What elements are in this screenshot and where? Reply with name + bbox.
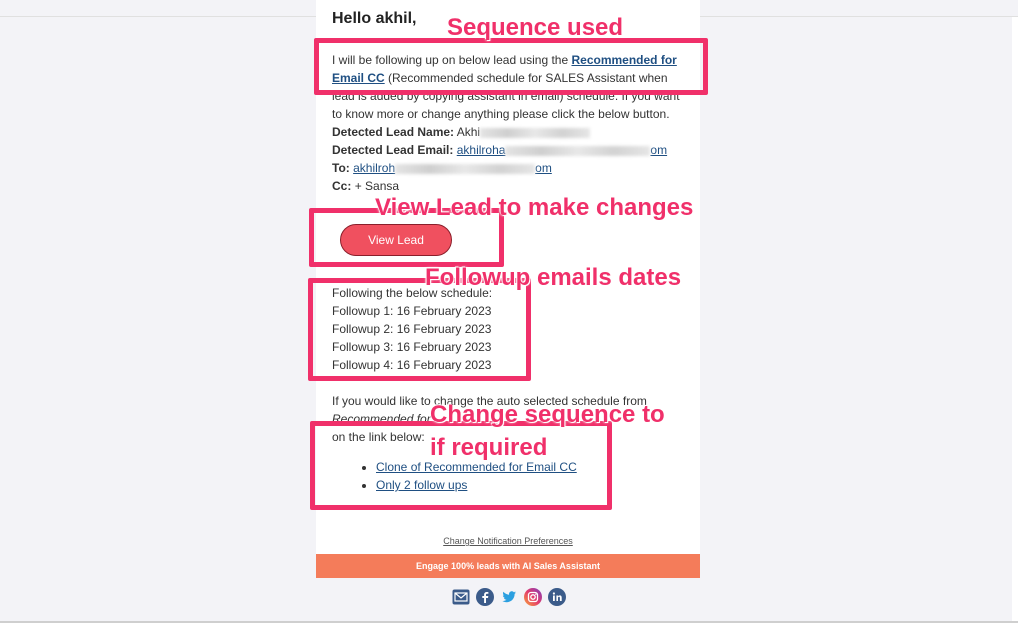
footer-banner[interactable]: Engage 100% leads with AI Sales Assistan…	[316, 554, 700, 578]
lead-name-label: Detected Lead Name:	[332, 125, 455, 139]
to-line: To: akhilroh om	[332, 159, 552, 177]
annotation-label-followups: Followup emails dates	[425, 264, 682, 291]
annotation-label-sequence: Sequence used	[447, 14, 624, 41]
lead-email-line: Detected Lead Email: akhilroha om	[332, 141, 667, 159]
twitter-icon[interactable]	[499, 587, 518, 606]
notification-preferences-link[interactable]: Change Notification Preferences	[316, 536, 700, 546]
lead-name-line: Detected Lead Name: Akhi	[332, 123, 591, 141]
annotation-box-sequence	[314, 38, 708, 95]
lead-name-value: Akhi	[456, 125, 481, 139]
annotation-box-followups	[308, 278, 531, 381]
annotation-label-change-2: if required	[430, 434, 548, 461]
to-label: To:	[332, 161, 350, 175]
cc-label: Cc:	[332, 179, 352, 193]
linkedin-icon[interactable]	[547, 587, 566, 606]
redacted-blur	[480, 127, 591, 138]
to-email-link[interactable]: akhilroh om	[353, 161, 552, 175]
lead-email-link[interactable]: akhilroha om	[457, 143, 667, 157]
facebook-icon[interactable]	[475, 587, 494, 606]
instagram-icon[interactable]	[523, 587, 542, 606]
annotation-label-change-1: Change sequence to	[430, 401, 665, 428]
email-icon[interactable]	[451, 587, 470, 606]
cc-value: + Sansa	[354, 179, 400, 193]
annotation-label-view-lead: View Lead to make changes	[375, 194, 694, 221]
right-edge-strip	[1012, 17, 1018, 623]
lead-email-label: Detected Lead Email:	[332, 143, 454, 157]
greeting: Hello akhil,	[332, 10, 417, 27]
social-icons	[451, 587, 566, 606]
cc-line: Cc: + Sansa	[332, 177, 399, 195]
